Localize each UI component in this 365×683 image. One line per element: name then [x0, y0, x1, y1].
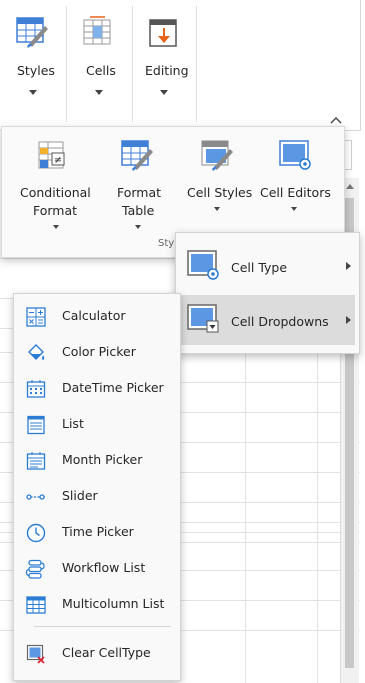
- chevron-down-icon: [160, 90, 168, 95]
- group-label-styles: Sty: [158, 238, 175, 249]
- ribbon-group-cells[interactable]: Cells: [66, 6, 133, 122]
- menu-item-list[interactable]: List: [15, 407, 179, 441]
- ribbon-group-label: Cells: [86, 63, 116, 78]
- format-table-button[interactable]: Format Table: [100, 127, 174, 242]
- ribbon: Styles Cells Editing: [0, 0, 361, 131]
- menu-item-label: Workflow List: [62, 560, 146, 575]
- menu-item-multicolumn-list[interactable]: Multicolumn List: [15, 587, 179, 621]
- ribbon-group-editing[interactable]: Editing: [132, 6, 197, 122]
- menu-item-label: Color Picker: [62, 344, 136, 359]
- button-label: Format: [117, 185, 162, 200]
- workflow-list-icon: [25, 559, 46, 579]
- menu-item-label: Cell Dropdowns: [231, 314, 329, 329]
- button-label: Table: [122, 203, 155, 218]
- menu-item-label: Clear CellType: [62, 645, 151, 660]
- datetime-picker-icon: [26, 379, 46, 399]
- menu-item-month-picker[interactable]: Month Picker: [15, 443, 179, 477]
- svg-text:≠: ≠: [54, 155, 62, 166]
- chevron-down-icon: [29, 90, 37, 95]
- multicolumn-list-icon: [26, 595, 46, 615]
- clear-celltype-icon: [26, 644, 46, 664]
- cell-styles-button[interactable]: Cell Styles: [182, 127, 254, 242]
- editing-icon: [148, 18, 180, 54]
- color-picker-icon: [26, 343, 46, 363]
- cell-dropdowns-menu: Calculator Color Picker DateTime Picker: [13, 293, 181, 681]
- menu-item-color-picker[interactable]: Color Picker: [15, 335, 179, 369]
- menu-item-calculator[interactable]: Calculator: [15, 299, 179, 333]
- styles-icon: [15, 16, 49, 52]
- menu-item-cell-dropdowns[interactable]: Cell Dropdowns: [180, 295, 355, 345]
- chevron-right-icon: [346, 316, 351, 324]
- chevron-down-icon: [135, 225, 141, 229]
- conditional-format-icon: ≠: [36, 139, 68, 175]
- menu-item-slider[interactable]: Slider: [15, 479, 179, 513]
- scroll-up-icon[interactable]: [346, 184, 354, 189]
- menu-item-label: Calculator: [62, 308, 126, 323]
- menu-item-label: Cell Type: [231, 260, 288, 275]
- list-icon: [26, 415, 46, 435]
- format-table-icon: [120, 139, 154, 175]
- button-label: Format: [33, 203, 78, 218]
- ribbon-group-label: Editing: [145, 63, 189, 78]
- menu-item-datetime-picker[interactable]: DateTime Picker: [15, 371, 179, 405]
- cell-type-icon: [186, 249, 220, 285]
- time-picker-icon: [26, 523, 46, 543]
- menu-item-label: Slider: [62, 488, 98, 503]
- cells-icon: [81, 16, 115, 52]
- button-label: Cell Editors: [260, 185, 331, 200]
- button-label: Conditional: [20, 185, 91, 200]
- cell-dropdowns-icon: [186, 303, 220, 339]
- slider-icon: [26, 487, 46, 507]
- cell-styles-icon: [200, 139, 234, 175]
- ribbon-group-styles[interactable]: Styles: [0, 6, 67, 122]
- cell-editors-menu: Cell Type Cell Dropdowns: [175, 232, 360, 354]
- ribbon-group-label: Styles: [17, 63, 55, 78]
- menu-item-label: List: [62, 416, 84, 431]
- calculator-icon: [26, 307, 46, 327]
- chevron-down-icon: [95, 90, 103, 95]
- cell-editors-icon: [278, 139, 312, 175]
- cell-editors-button[interactable]: Cell Editors: [256, 127, 336, 242]
- button-label: Cell Styles: [187, 185, 253, 200]
- menu-item-time-picker[interactable]: Time Picker: [15, 515, 179, 549]
- menu-item-label: Month Picker: [62, 452, 143, 467]
- menu-item-workflow-list[interactable]: Workflow List: [15, 551, 179, 585]
- menu-item-label: Multicolumn List: [62, 596, 165, 611]
- chevron-down-icon: [291, 207, 297, 211]
- menu-separator: [34, 626, 171, 627]
- menu-item-cell-type[interactable]: Cell Type: [180, 241, 355, 291]
- conditional-format-button[interactable]: ≠ Conditional Format: [10, 127, 92, 242]
- chevron-down-icon: [53, 225, 59, 229]
- menu-item-clear-celltype[interactable]: Clear CellType: [15, 636, 179, 670]
- chevron-right-icon: [346, 262, 351, 270]
- menu-item-label: Time Picker: [62, 524, 134, 539]
- month-picker-icon: [26, 451, 46, 471]
- chevron-down-icon: [214, 207, 220, 211]
- menu-item-label: DateTime Picker: [62, 380, 164, 395]
